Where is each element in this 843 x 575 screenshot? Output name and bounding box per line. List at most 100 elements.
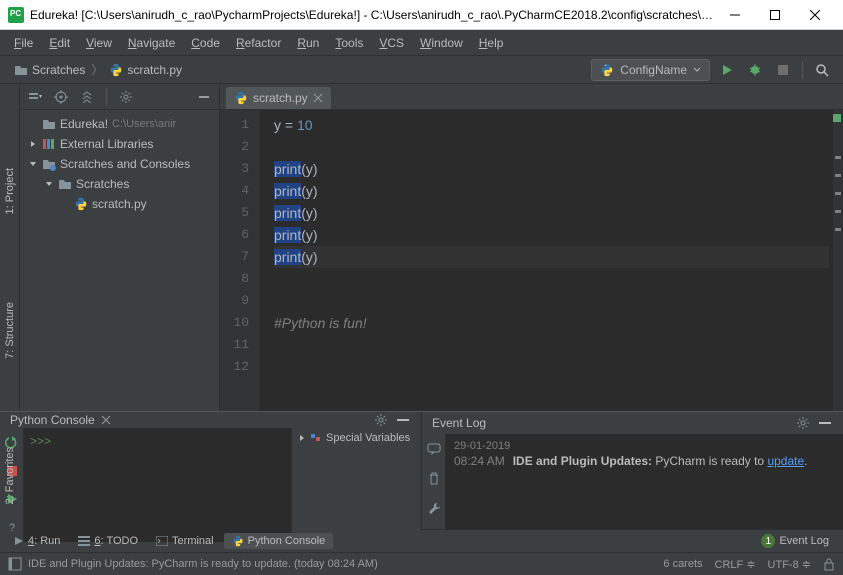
breadcrumb-item[interactable]: Scratches xyxy=(10,61,89,79)
ok-indicator xyxy=(833,114,841,122)
tool-tab----favorites[interactable]: 2: Favorites xyxy=(2,443,18,508)
editor-body[interactable]: 123456789101112 y = 10print(y)print(y)pr… xyxy=(220,110,843,411)
navigation-bar: Scratches〉scratch.py ConfigName xyxy=(0,56,843,84)
code-line[interactable] xyxy=(274,290,829,312)
minimize-button[interactable] xyxy=(715,1,755,29)
tree-row[interactable]: Scratches xyxy=(20,174,219,194)
update-link[interactable]: update xyxy=(767,454,804,468)
event-log-label: Event Log xyxy=(779,535,829,547)
code-line[interactable]: print(y) xyxy=(274,202,829,224)
editor-tabs: scratch.py xyxy=(220,84,843,110)
svg-text:?: ? xyxy=(9,522,15,533)
collapse-all-button[interactable] xyxy=(78,88,96,106)
event-message: IDE and Plugin Updates: PyCharm is ready… xyxy=(513,454,808,468)
hide-button[interactable] xyxy=(817,415,833,431)
separator xyxy=(802,61,803,79)
menu-window[interactable]: Window xyxy=(412,32,471,54)
bubble-icon[interactable] xyxy=(423,438,445,460)
tree-row[interactable]: External Libraries xyxy=(20,134,219,154)
gear-icon[interactable] xyxy=(117,88,135,106)
code-line[interactable]: y = 10 xyxy=(274,114,829,136)
menu-refactor[interactable]: Refactor xyxy=(228,32,289,54)
tree-row[interactable]: Scratches and Consoles xyxy=(20,154,219,174)
breadcrumb-item[interactable]: scratch.py xyxy=(105,61,186,79)
console-output[interactable]: >>> xyxy=(24,428,291,542)
tree-row[interactable]: scratch.py xyxy=(20,194,219,214)
trash-icon[interactable] xyxy=(423,468,445,490)
braces-icon xyxy=(310,432,322,444)
menu-edit[interactable]: Edit xyxy=(41,32,78,54)
search-everywhere-button[interactable] xyxy=(811,59,833,81)
close-icon[interactable] xyxy=(101,415,111,425)
locate-button[interactable] xyxy=(52,88,70,106)
line-number: 11 xyxy=(220,334,259,356)
code-line[interactable] xyxy=(274,356,829,378)
console-prompt: >>> xyxy=(30,434,51,448)
event-log-tool-button[interactable]: 1 Event Log xyxy=(753,532,837,550)
special-variables-item[interactable]: Special Variables xyxy=(292,428,421,448)
stripe-mark xyxy=(835,174,841,177)
project-tree[interactable]: Edureka! C:\Users\anirExternal Libraries… xyxy=(20,110,219,218)
tool-tab----structure[interactable]: 7: Structure xyxy=(2,298,18,363)
event-date: 29-01-2019 xyxy=(454,440,835,452)
menu-help[interactable]: Help xyxy=(471,32,512,54)
lock-icon[interactable] xyxy=(823,557,835,571)
event-toolbar xyxy=(422,434,446,529)
close-icon[interactable] xyxy=(313,93,323,103)
bottom-panels: Python Console ? >>> Special Variables xyxy=(0,411,843,529)
line-number: 10 xyxy=(220,312,259,334)
menu-run[interactable]: Run xyxy=(289,32,327,54)
code-line[interactable] xyxy=(274,136,829,158)
run-config-label: ConfigName xyxy=(620,63,687,77)
menu-view[interactable]: View xyxy=(78,32,120,54)
code-editor[interactable]: y = 10print(y)print(y)print(y)print(y)pr… xyxy=(260,110,843,411)
menu-vcs[interactable]: VCS xyxy=(371,32,412,54)
status-message: IDE and Plugin Updates: PyCharm is ready… xyxy=(28,558,378,570)
tool-tab----project[interactable]: 1: Project xyxy=(2,164,18,218)
menu-file[interactable]: File xyxy=(6,32,41,54)
panel-title: Python Console xyxy=(10,413,95,427)
run-button[interactable] xyxy=(716,59,738,81)
line-number: 9 xyxy=(220,290,259,312)
tool-window-button[interactable]: 6: TODO xyxy=(70,533,146,549)
debug-button[interactable] xyxy=(744,59,766,81)
editor-area: scratch.py 123456789101112 y = 10print(y… xyxy=(220,84,843,411)
run-config-dropdown[interactable]: ConfigName xyxy=(591,59,710,81)
window-layout-icon[interactable] xyxy=(8,557,22,571)
pycharm-app-icon xyxy=(8,7,24,23)
tool-window-button[interactable]: Python Console xyxy=(224,533,334,549)
tool-window-button[interactable]: Terminal xyxy=(148,533,222,549)
gear-icon[interactable] xyxy=(795,415,811,431)
code-line[interactable]: print(y) xyxy=(274,224,829,246)
hide-button[interactable] xyxy=(395,412,411,428)
editor-tab-scratch[interactable]: scratch.py xyxy=(226,87,331,109)
variables-pane: Special Variables xyxy=(291,428,421,542)
encoding-indicator[interactable]: UTF-8 ≑ xyxy=(768,558,811,571)
stop-button[interactable] xyxy=(772,59,794,81)
code-line[interactable]: #Python is fun! xyxy=(274,312,829,334)
maximize-button[interactable] xyxy=(755,1,795,29)
code-line[interactable] xyxy=(274,334,829,356)
code-line[interactable]: print(y) xyxy=(274,180,829,202)
event-log-body[interactable]: 29-01-2019 08:24 AM IDE and Plugin Updat… xyxy=(446,434,843,529)
wrench-icon[interactable] xyxy=(423,498,445,520)
notification-badge: 1 xyxy=(761,534,775,548)
project-view-dropdown[interactable] xyxy=(26,88,44,106)
tool-window-button[interactable]: 4: Run xyxy=(6,533,68,549)
python-icon xyxy=(234,91,248,105)
code-line[interactable] xyxy=(274,268,829,290)
code-line[interactable]: print(y) xyxy=(274,158,829,180)
carets-indicator[interactable]: 6 carets xyxy=(663,558,702,570)
status-bar: IDE and Plugin Updates: PyCharm is ready… xyxy=(0,552,843,575)
close-button[interactable] xyxy=(795,1,835,29)
gear-icon[interactable] xyxy=(373,412,389,428)
code-line[interactable]: print(y) xyxy=(274,246,829,268)
error-stripe[interactable] xyxy=(833,110,843,411)
tree-row[interactable]: Edureka! C:\Users\anir xyxy=(20,114,219,134)
hide-button[interactable] xyxy=(195,88,213,106)
python-icon xyxy=(600,63,614,77)
line-separator-indicator[interactable]: CRLF ≑ xyxy=(715,558,756,571)
menu-tools[interactable]: Tools xyxy=(327,32,371,54)
menu-code[interactable]: Code xyxy=(183,32,228,54)
menu-navigate[interactable]: Navigate xyxy=(120,32,183,54)
